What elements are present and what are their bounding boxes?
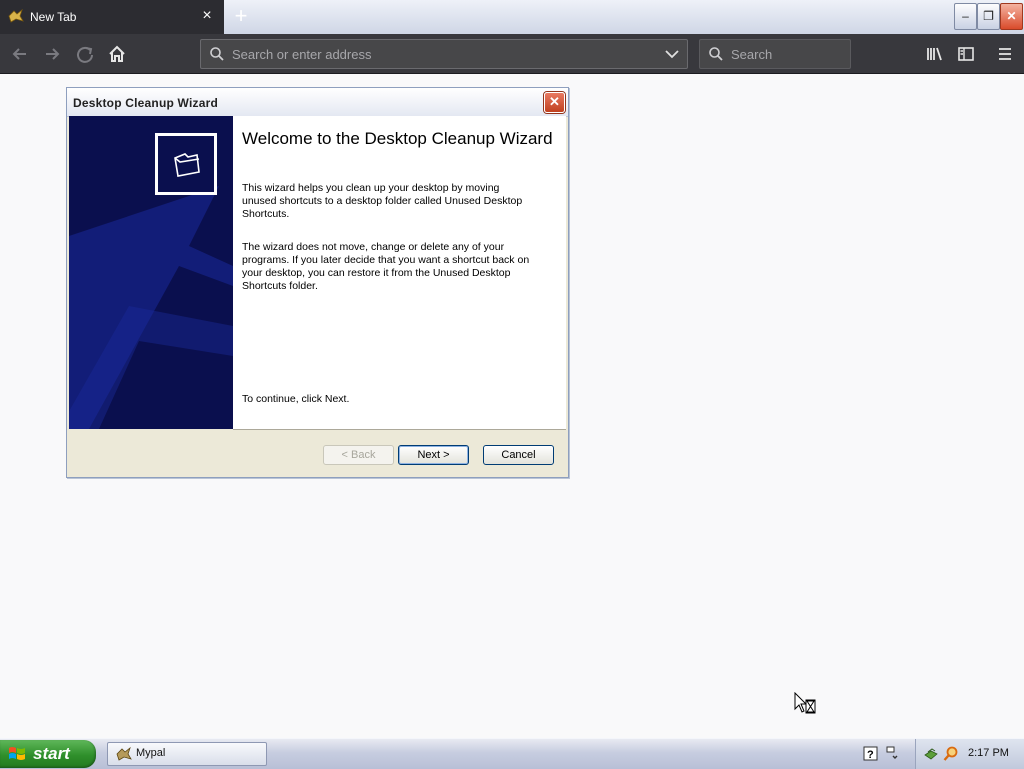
restore-button[interactable]: ❐ xyxy=(977,3,1000,30)
folder-icon xyxy=(155,133,217,195)
wizard-paragraph-1: This wizard helps you clean up your desk… xyxy=(242,182,523,220)
start-button[interactable]: start xyxy=(0,740,96,768)
search-input[interactable] xyxy=(731,40,843,68)
search-icon xyxy=(709,47,723,61)
system-tray: 2:17 PM xyxy=(915,739,1024,769)
home-icon[interactable] xyxy=(103,40,131,68)
navigation-toolbar xyxy=(0,34,1024,74)
wizard-heading: Welcome to the Desktop Cleanup Wizard xyxy=(242,129,553,148)
svg-text:?: ? xyxy=(867,749,874,761)
taskbar-item-label: Mypal xyxy=(136,747,166,759)
busy-cursor-icon xyxy=(794,692,816,714)
system-clock: 2:17 PM xyxy=(968,747,1009,759)
new-tab-button[interactable]: + xyxy=(228,4,254,30)
reload-icon[interactable] xyxy=(71,40,99,68)
wizard-side-panel xyxy=(69,116,233,429)
tab-new-tab[interactable]: New Tab × xyxy=(0,0,224,34)
tab-close-icon[interactable]: × xyxy=(198,7,216,25)
wizard-paragraph-2: The wizard does not move, change or dele… xyxy=(242,241,530,292)
chevron-down-icon[interactable] xyxy=(665,49,679,59)
next-button[interactable]: Next > xyxy=(398,445,469,465)
minimize-button[interactable]: – xyxy=(954,3,977,30)
start-label: start xyxy=(33,744,70,763)
back-button[interactable]: < Back xyxy=(323,445,394,465)
network-status-icon[interactable] xyxy=(884,745,902,763)
magnifier-icon[interactable] xyxy=(943,746,959,762)
cancel-button[interactable]: Cancel xyxy=(483,445,554,465)
windows-logo-icon xyxy=(9,747,25,760)
dialog-title: Desktop Cleanup Wizard xyxy=(73,96,218,110)
tab-strip: New Tab × + – ❐ ✕ xyxy=(0,0,1024,34)
mypal-favicon-icon xyxy=(8,9,24,23)
search-icon xyxy=(210,47,224,61)
address-bar[interactable] xyxy=(200,39,688,69)
address-input[interactable] xyxy=(232,40,652,68)
arrow-right-icon[interactable] xyxy=(38,40,66,68)
window-close-button[interactable]: ✕ xyxy=(1000,3,1023,30)
hamburger-menu-icon[interactable] xyxy=(992,41,1018,67)
dialog-title-bar[interactable]: Desktop Cleanup Wizard ✕ xyxy=(67,88,568,117)
taskbar: start Mypal ? 2:17 PM xyxy=(0,738,1024,769)
dialog-close-button[interactable]: ✕ xyxy=(544,92,565,113)
printer-icon[interactable] xyxy=(923,746,939,762)
cleanup-wizard-dialog: Desktop Cleanup Wizard ✕ Welcome to the … xyxy=(66,87,569,478)
search-bar[interactable] xyxy=(699,39,851,69)
tab-title: New Tab xyxy=(30,10,77,24)
mypal-icon xyxy=(116,746,132,761)
wizard-continue-text: To continue, click Next. xyxy=(242,393,350,405)
help-icon[interactable]: ? xyxy=(862,745,880,763)
wizard-content: Welcome to the Desktop Cleanup Wizard Th… xyxy=(233,116,566,430)
sidebar-icon[interactable] xyxy=(953,41,979,67)
taskbar-item-mypal[interactable]: Mypal xyxy=(107,742,267,766)
arrow-left-icon[interactable] xyxy=(6,40,34,68)
library-icon[interactable] xyxy=(921,41,947,67)
